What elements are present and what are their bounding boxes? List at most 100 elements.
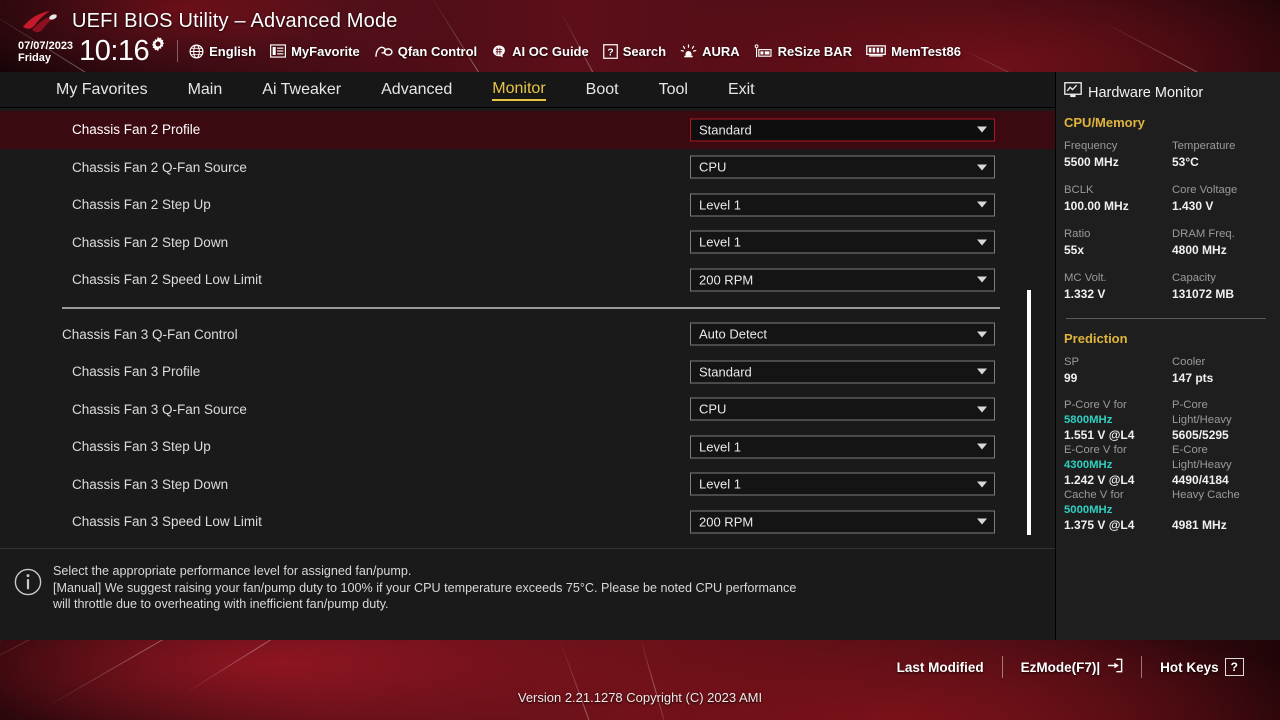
setting-row[interactable]: Chassis Fan 2 Speed Low Limit 200 RPM: [0, 261, 1055, 299]
chevron-down-icon[interactable]: [977, 164, 987, 171]
chevron-down-icon[interactable]: [977, 276, 987, 283]
hw-core-value: 4981 MHz: [1172, 518, 1227, 532]
setting-dropdown[interactable]: Auto Detect: [690, 322, 995, 346]
header-item-memtest86[interactable]: MemTest86: [866, 44, 961, 59]
hw-core-sublabel: [1172, 503, 1280, 518]
chevron-down-icon[interactable]: [977, 481, 987, 488]
hw-target-frequency: 5000MHz: [1064, 504, 1113, 516]
chevron-down-icon[interactable]: [977, 518, 987, 525]
setting-dropdown[interactable]: Standard: [690, 360, 995, 384]
menu-item-ai-tweaker[interactable]: Ai Tweaker: [262, 79, 341, 101]
menu-item-exit[interactable]: Exit: [728, 79, 755, 101]
setting-row[interactable]: Chassis Fan 2 Step Up Level 1: [0, 186, 1055, 224]
header-item-label: AI OC Guide: [512, 43, 589, 59]
setting-row[interactable]: Chassis Fan 2 Profile Standard: [0, 111, 1055, 149]
list-star-icon: [270, 44, 287, 58]
menu-item-tool[interactable]: Tool: [659, 79, 688, 101]
setting-value: Level 1: [699, 439, 741, 455]
header-item-search[interactable]: ? Search: [602, 44, 666, 59]
setting-value: Level 1: [699, 476, 741, 492]
setting-label: Chassis Fan 3 Step Down: [72, 476, 229, 492]
setting-label: Chassis Fan 2 Step Up: [72, 197, 211, 213]
setting-dropdown[interactable]: Level 1: [690, 230, 995, 254]
setting-row[interactable]: Chassis Fan 2 Step Down Level 1: [0, 224, 1055, 262]
menu-item-main[interactable]: Main: [188, 79, 223, 101]
chevron-down-icon[interactable]: [977, 406, 987, 413]
last-modified-button[interactable]: Last Modified: [879, 660, 1002, 675]
hw-metric-value: 4800 MHz: [1172, 243, 1227, 257]
setting-dropdown[interactable]: Level 1: [690, 193, 995, 217]
hw-target-frequency: 5800MHz: [1064, 414, 1113, 426]
setting-value: Level 1: [699, 234, 741, 250]
setting-label: Chassis Fan 3 Speed Low Limit: [72, 514, 262, 530]
setting-dropdown[interactable]: 200 RPM: [690, 510, 995, 534]
hotkeys-button[interactable]: Hot Keys ?: [1142, 658, 1262, 676]
hw-core-label: P-Core: [1172, 399, 1208, 411]
hw-metric-label: Temperature: [1172, 140, 1236, 152]
version-text: Version 2.21.1278 Copyright (C) 2023 AMI: [517, 690, 763, 705]
last-modified-label: Last Modified: [896, 659, 984, 675]
memory-module-icon: [866, 44, 886, 58]
setting-row[interactable]: Chassis Fan 3 Q-Fan Source CPU: [0, 391, 1055, 429]
chevron-down-icon[interactable]: [977, 443, 987, 450]
setting-dropdown[interactable]: Standard: [690, 118, 995, 142]
header-item-resize-bar[interactable]: ReSize BAR: [754, 44, 852, 59]
setting-row[interactable]: Chassis Fan 3 Speed Low Limit 200 RPM: [0, 503, 1055, 541]
hardware-monitor-body: CPU/Memory Frequency Temperature 5500 MHz 53…: [1056, 103, 1280, 533]
help-line-3: will throttle due to overheating with in…: [53, 597, 389, 611]
setting-value: 200 RPM: [699, 514, 754, 530]
chevron-down-icon[interactable]: [977, 331, 987, 338]
chevron-down-icon[interactable]: [977, 201, 987, 208]
chevron-down-icon[interactable]: [977, 239, 987, 246]
menu-item-monitor[interactable]: Monitor: [492, 78, 546, 101]
page-title: UEFI BIOS Utility – Advanced Mode: [72, 9, 398, 32]
app-header: UEFI BIOS Utility – Advanced Mode 07/07/…: [0, 0, 1280, 72]
hw-voltage-block: P-Core V for P-Core 5800MHz Light/Heavy 1.55…: [1056, 398, 1280, 443]
chevron-down-icon[interactable]: [977, 368, 987, 375]
menu-item-boot[interactable]: Boot: [586, 79, 619, 101]
menu-item-my-favorites[interactable]: My Favorites: [56, 79, 148, 101]
setting-dropdown[interactable]: CPU: [690, 155, 995, 179]
setting-row[interactable]: Chassis Fan 3 Profile Standard: [0, 353, 1055, 391]
hw-metric-grid: Frequency Temperature 5500 MHz 53°C BCLK Core…: [1056, 138, 1280, 314]
scrollbar-thumb[interactable]: [1027, 290, 1031, 535]
ezmode-button[interactable]: EzMode(F7)|: [1003, 658, 1142, 676]
setting-row[interactable]: Chassis Fan 2 Q-Fan Source CPU: [0, 149, 1055, 187]
header-item-qfan-control[interactable]: Qfan Control: [374, 44, 477, 59]
setting-row[interactable]: Chassis Fan 3 Q-Fan Control Auto Detect: [0, 316, 1055, 354]
setting-value: CPU: [699, 401, 727, 417]
info-icon: [14, 563, 48, 640]
hw-core-label: E-Core: [1172, 444, 1208, 456]
settings-list: Chassis Fan 2 Profile Standard Chassis Fan…: [0, 108, 1055, 545]
arrow-into-box-icon: [1106, 658, 1123, 676]
hw-voltage-block: Cache V for Heavy Cache 5000MHz 1.375 V @L4…: [1056, 488, 1280, 533]
scrollbar-track[interactable]: [1027, 108, 1031, 545]
hotkeys-label: Hot Keys: [1160, 659, 1219, 675]
setting-dropdown[interactable]: 200 RPM: [690, 268, 995, 292]
hw-section-title: CPU/Memory: [1064, 115, 1145, 130]
hw-metric-label: Ratio: [1064, 228, 1091, 240]
gear-icon[interactable]: [150, 36, 166, 57]
setting-value: 200 RPM: [699, 272, 754, 288]
decor-streak: [639, 640, 671, 720]
hw-metric-label: Frequency: [1064, 140, 1118, 152]
header-item-english[interactable]: English: [189, 44, 256, 59]
settings-content-area: Chassis Fan 2 Profile Standard Chassis Fan…: [0, 108, 1055, 640]
help-line-1: Select the appropriate performance level…: [53, 564, 412, 578]
setting-row[interactable]: Chassis Fan 3 Step Up Level 1: [0, 428, 1055, 466]
setting-dropdown[interactable]: CPU: [690, 397, 995, 421]
hw-target-frequency: 4300MHz: [1064, 459, 1113, 471]
header-item-aura[interactable]: AURA: [680, 44, 740, 59]
hw-voltage-value: 1.242 V @L4: [1064, 473, 1135, 487]
hw-voltage-label: P-Core V for: [1064, 399, 1127, 411]
setting-row[interactable]: Chassis Fan 3 Step Down Level 1: [0, 466, 1055, 504]
chevron-down-icon[interactable]: [977, 126, 987, 133]
setting-value: Level 1: [699, 197, 741, 213]
setting-dropdown[interactable]: Level 1: [690, 472, 995, 496]
setting-dropdown[interactable]: Level 1: [690, 435, 995, 459]
header-item-myfavorite[interactable]: MyFavorite: [270, 44, 360, 59]
header-item-ai-oc-guide[interactable]: AI OC Guide: [491, 44, 589, 59]
menu-item-advanced[interactable]: Advanced: [381, 79, 452, 101]
hw-core-value: 4490/4184: [1172, 473, 1229, 487]
main-menu-bar: My Favorites Main Ai Tweaker Advanced Monito…: [0, 72, 1055, 108]
